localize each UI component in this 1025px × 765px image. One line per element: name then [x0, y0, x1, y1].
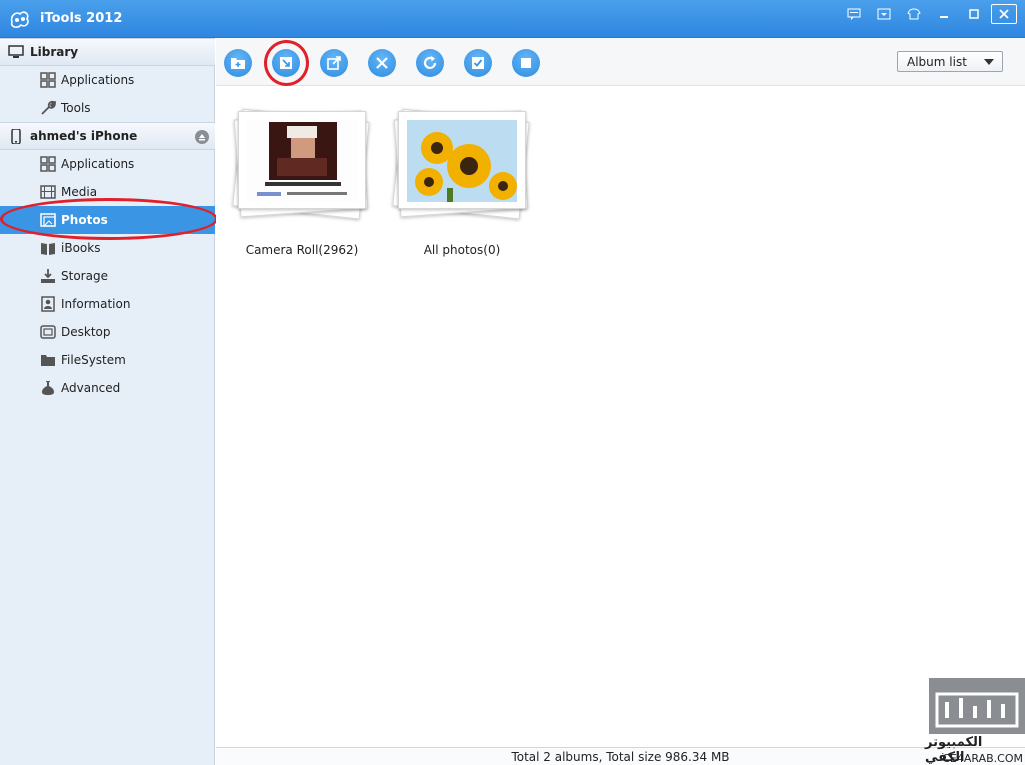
all-photos-thumbnail — [407, 120, 517, 202]
album-item-camera-roll[interactable]: Camera Roll(2962) — [222, 105, 382, 257]
eject-button[interactable] — [195, 130, 209, 144]
minimize-button[interactable] — [931, 4, 957, 24]
sidebar: Library Applications Tools ahmed's iPhon… — [0, 38, 215, 765]
device-name: ahmed's iPhone — [30, 129, 138, 143]
sidebar-item-label: Desktop — [61, 325, 111, 339]
desktop-icon — [40, 325, 56, 339]
sidebar-section-library[interactable]: Library — [0, 38, 215, 66]
thumbnail-image-icon — [247, 120, 357, 202]
album-item-all-photos[interactable]: All photos(0) — [382, 105, 542, 257]
feedback-button[interactable] — [841, 4, 867, 24]
watermark-graphic-icon — [935, 692, 1019, 728]
iphone-icon — [11, 129, 21, 144]
sidebar-item-storage[interactable]: Storage — [0, 262, 215, 290]
sidebar-item-tools[interactable]: Tools — [0, 94, 215, 122]
flask-icon — [42, 381, 54, 395]
status-bar: Total 2 albums, Total size 986.34 MB — [216, 747, 1025, 765]
watermark-url-text: CE4ARAB.COM — [942, 752, 1023, 765]
sidebar-section-device[interactable]: ahmed's iPhone — [0, 122, 215, 150]
album-name: All photos(0) — [423, 243, 501, 257]
maximize-icon — [969, 9, 979, 19]
delete-button[interactable] — [368, 49, 396, 77]
maximize-button[interactable] — [961, 4, 987, 24]
annotation-circle-import — [264, 40, 309, 86]
info-icon — [41, 296, 55, 312]
shirt-icon — [907, 8, 921, 20]
menu-button[interactable] — [871, 4, 897, 24]
computer-icon — [8, 45, 24, 58]
film-icon — [40, 185, 56, 199]
sidebar-item-label: Applications — [61, 73, 135, 87]
stop-button[interactable] — [512, 49, 540, 77]
export-button[interactable] — [320, 49, 348, 77]
sunflower-image-icon — [407, 120, 517, 202]
camera-roll-thumbnail — [247, 120, 357, 202]
annotation-circle-photos — [0, 198, 218, 240]
sidebar-item-label: Tools — [61, 101, 91, 115]
watermark: الكمبيوتر الكفي CE4ARAB.COM — [925, 678, 1025, 765]
stop-icon — [521, 58, 531, 68]
toolbar: Album list — [216, 38, 1025, 86]
sidebar-item-label: FileSystem — [61, 353, 126, 367]
sidebar-item-label: Applications — [61, 157, 135, 171]
sidebar-item-device-applications[interactable]: Applications — [0, 150, 215, 178]
chat-icon — [847, 8, 861, 20]
skin-button[interactable] — [901, 4, 927, 24]
minimize-icon — [940, 16, 948, 18]
view-mode-select[interactable]: Album list — [897, 51, 1003, 72]
refresh-icon — [423, 56, 437, 69]
eject-icon — [199, 134, 205, 141]
storage-icon — [41, 269, 55, 283]
select-all-button[interactable] — [464, 49, 492, 77]
sidebar-item-label: Media — [61, 185, 98, 199]
close-icon — [999, 9, 1009, 19]
sidebar-item-label: iBooks — [61, 241, 101, 255]
sidebar-item-label: Information — [61, 297, 131, 311]
sidebar-item-library-applications[interactable]: Applications — [0, 66, 215, 94]
delete-icon — [376, 57, 388, 69]
folder-icon — [41, 355, 55, 366]
dropdown-icon — [877, 8, 891, 20]
sidebar-item-filesystem[interactable]: FileSystem — [0, 346, 215, 374]
checkbox-icon — [472, 57, 484, 69]
sidebar-item-advanced[interactable]: Advanced — [0, 374, 215, 402]
view-mode-value: Album list — [907, 55, 967, 69]
watermark-logo-icon — [929, 678, 1025, 734]
new-folder-icon — [231, 58, 245, 69]
album-grid: Camera Roll(2962) All photos(0) — [216, 87, 1025, 747]
new-album-button[interactable] — [224, 49, 252, 77]
chevron-down-icon — [984, 59, 994, 65]
sidebar-section-label: Library — [30, 45, 79, 59]
album-name: Camera Roll(2962) — [245, 243, 359, 257]
sidebar-item-label: Advanced — [61, 381, 121, 395]
grid-icon — [40, 72, 56, 88]
refresh-button[interactable] — [416, 49, 444, 77]
sidebar-item-information[interactable]: Information — [0, 290, 215, 318]
window-title: iTools 2012 — [40, 11, 123, 26]
sidebar-item-desktop[interactable]: Desktop — [0, 318, 215, 346]
book-icon — [41, 243, 55, 255]
wrench-icon — [41, 100, 56, 115]
close-button[interactable] — [991, 4, 1017, 24]
export-icon — [327, 56, 341, 70]
grid-icon — [40, 156, 56, 172]
sidebar-item-label: Storage — [61, 269, 108, 283]
status-text: Total 2 albums, Total size 986.34 MB — [511, 750, 730, 764]
itools-logo-icon — [10, 11, 29, 28]
title-bar: iTools 2012 — [0, 0, 1025, 38]
